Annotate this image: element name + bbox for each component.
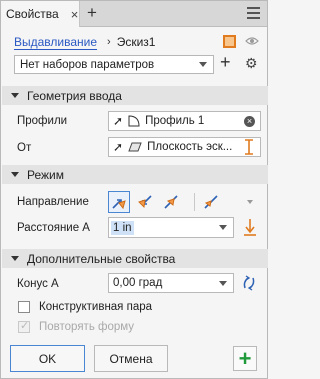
breadcrumb-operation-link[interactable]: Выдавливание <box>14 35 97 49</box>
breadcrumb-sketch[interactable]: Эскиз1 <box>117 35 156 49</box>
properties-panel: Свойства × + Выдавливание › Эскиз1 Нет н… <box>0 0 268 379</box>
cancel-button[interactable]: Отмена <box>94 345 168 372</box>
repeat-shape-checkbox <box>18 319 30 333</box>
hamburger-menu-icon[interactable] <box>247 7 260 19</box>
preset-value: Нет наборов параметров <box>20 58 155 71</box>
direction-asymmetric-icon <box>204 195 218 209</box>
direction-dropdown-icon[interactable] <box>247 200 253 204</box>
direction-asymmetric-button[interactable] <box>200 191 222 213</box>
taper-value: 0,00 град <box>113 277 163 289</box>
section-mode[interactable]: Режим <box>2 165 268 184</box>
section-advanced[interactable]: Дополнительные свойства <box>2 249 268 268</box>
profiles-value: Профиль 1 <box>145 115 205 127</box>
visibility-eye-icon[interactable] <box>245 36 259 46</box>
collapse-arrow-icon <box>11 172 19 177</box>
preset-dropdown[interactable]: Нет наборов параметров <box>14 55 214 74</box>
section-mode-title: Режим <box>27 167 64 182</box>
section-input-geometry-title: Геометрия ввода <box>27 88 122 103</box>
distance-flip-icon[interactable] <box>243 216 257 238</box>
direction-label: Направление <box>17 196 89 208</box>
distance-input[interactable]: 1 in <box>108 217 234 238</box>
direction-flipped-icon <box>138 195 152 209</box>
from-selector[interactable]: ➚ Плоскость эск... <box>108 137 261 157</box>
taper-input[interactable]: 0,00 град <box>108 273 234 293</box>
breadcrumb: Выдавливание › Эскиз1 <box>14 34 155 50</box>
chevron-down-icon <box>199 62 207 67</box>
gear-icon[interactable]: ⚙ <box>245 56 258 70</box>
repeat-shape-label: Повторять форму <box>39 321 135 333</box>
toolbar-separator <box>194 193 195 211</box>
tab-bar: Свойства × + <box>1 1 267 27</box>
flip-direction-icon[interactable] <box>243 138 255 156</box>
taper-label: Конус A <box>17 278 59 290</box>
from-label: От <box>17 142 32 154</box>
direction-symmetric-button[interactable] <box>160 191 182 213</box>
solid-body-icon[interactable] <box>223 35 236 48</box>
distance-value: 1 in <box>111 220 134 235</box>
profiles-selector[interactable]: ➚ Профиль 1 × <box>108 111 261 131</box>
close-tab-icon[interactable]: × <box>71 8 79 21</box>
collapse-arrow-icon <box>11 256 19 261</box>
add-preset-icon[interactable]: + <box>220 53 231 71</box>
select-cursor-icon: ➚ <box>113 114 124 128</box>
direction-flipped-button[interactable] <box>134 191 156 213</box>
section-input-geometry[interactable]: Геометрия ввода <box>2 86 268 105</box>
from-value: Плоскость эск... <box>147 141 233 153</box>
tab-properties-label: Свойства <box>6 7 59 21</box>
collapse-arrow-icon <box>11 93 19 98</box>
construction-label: Конструктивная пара <box>39 301 153 313</box>
apply-plus-button[interactable]: + <box>233 346 257 371</box>
taper-flip-icon[interactable] <box>241 274 257 292</box>
direction-default-button[interactable] <box>108 191 130 213</box>
construction-checkbox-row[interactable]: Конструктивная пара <box>18 300 152 314</box>
chevron-down-icon[interactable] <box>219 225 227 230</box>
tab-properties[interactable]: Свойства × <box>1 1 80 27</box>
select-cursor-icon: ➚ <box>113 140 124 154</box>
ok-button[interactable]: OK <box>10 345 85 372</box>
chevron-down-icon[interactable] <box>219 281 227 286</box>
section-advanced-title: Дополнительные свойства <box>27 251 176 266</box>
construction-checkbox[interactable] <box>18 301 30 313</box>
repeat-shape-checkbox-row: Повторять форму <box>18 319 135 334</box>
direction-default-icon <box>112 199 126 210</box>
distance-label: Расстояние A <box>17 222 90 234</box>
add-tab-icon[interactable]: + <box>87 4 97 21</box>
direction-symmetric-icon <box>164 195 178 209</box>
profile-icon <box>128 115 140 127</box>
profiles-label: Профили <box>17 115 68 127</box>
clear-selection-icon[interactable]: × <box>244 116 255 127</box>
sketch-plane-icon <box>128 142 142 152</box>
breadcrumb-separator: › <box>107 36 111 48</box>
